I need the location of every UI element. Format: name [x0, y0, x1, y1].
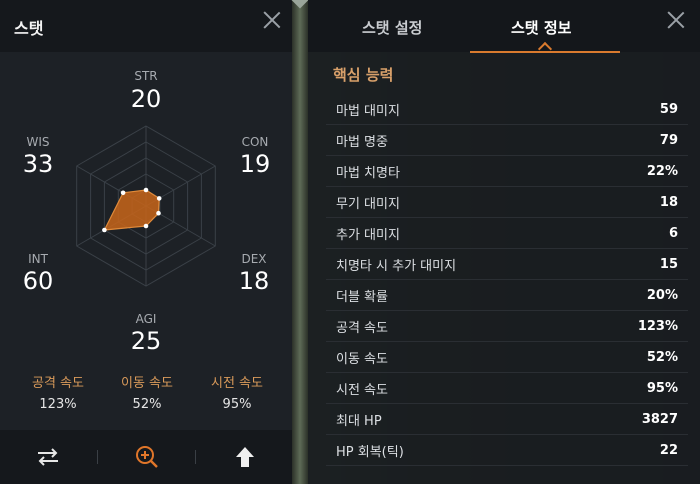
list-item: 추가 대미지 6	[326, 218, 688, 249]
stat-panel-header: 스탯	[0, 0, 292, 52]
list-item: 시전 속도 95%	[326, 373, 688, 404]
radar-stat-polygon	[103, 189, 160, 231]
stat-radar-chart: STR 20 CON 19 DEX 18 AGI 25 INT 60 WIS 3…	[0, 52, 292, 362]
list-item-label: 이동 속도	[336, 351, 388, 367]
stat-value-con: 19	[239, 150, 271, 178]
list-item: 치명타 시 추가 대미지 15	[326, 249, 688, 280]
stat-panel: 스탯 STR 20 CON 19 DEX 18 AGI 25 INT 60 WI…	[0, 0, 292, 484]
list-item-label: 치명타 시 추가 대미지	[336, 258, 457, 274]
stat-info-panel: 스탯 설정 스탯 정보 핵심 능력 마법 대미지 59 마법 명중 79 마법 치명타 2…	[308, 0, 700, 484]
close-icon[interactable]	[666, 10, 686, 30]
list-item-label: 공격 속도	[336, 320, 388, 336]
radar-point-str	[143, 187, 149, 193]
stat-value-agi: 25	[130, 327, 162, 355]
list-item: 더블 확률 20%	[326, 280, 688, 311]
tab-stat-settings[interactable]: 스탯 설정	[362, 17, 422, 38]
swap-icon[interactable]	[34, 444, 62, 470]
list-item-value: 22	[659, 442, 678, 458]
list-item: 무기 대미지 18	[326, 187, 688, 218]
list-item-value: 79	[659, 132, 678, 148]
speed-cast-label: 시전 속도	[211, 376, 263, 391]
list-item-value: 59	[659, 101, 678, 117]
list-item-label: 최대 HP	[336, 413, 382, 429]
toolbar-divider	[97, 450, 98, 464]
speed-attack: 공격 속도 123%	[13, 372, 103, 412]
speed-move: 이동 속도 52%	[102, 372, 192, 412]
list-item-label: 마법 대미지	[336, 103, 400, 119]
radar-point-dex	[156, 210, 161, 216]
list-item-value: 15	[659, 256, 678, 272]
list-item-value: 20%	[646, 287, 678, 303]
radar-point-con	[156, 196, 162, 201]
stat-label-str: STR	[134, 69, 158, 83]
list-item: 마법 명중 79	[326, 125, 688, 156]
tab-bar: 스탯 설정 스탯 정보	[308, 0, 700, 57]
list-item-label: 마법 치명타	[336, 165, 400, 181]
list-item-label: HP 회복(틱)	[336, 444, 404, 460]
list-item-value: 18	[659, 194, 678, 210]
list-item-value: 95%	[646, 380, 678, 396]
radar-point-wis	[120, 190, 126, 196]
radar-point-int	[102, 227, 107, 233]
section-title: 핵심 능력	[333, 66, 394, 84]
list-item: 최대 HP 3827	[326, 404, 688, 435]
tab-active-caret	[537, 41, 553, 57]
stat-value-str: 20	[130, 85, 162, 113]
arrow-up-icon[interactable]	[231, 444, 259, 470]
stat-panel-toolbar	[0, 430, 292, 484]
tab-stat-info[interactable]: 스탯 정보	[511, 17, 571, 38]
list-item-value: 6	[668, 225, 678, 241]
radar-point-agi	[143, 223, 149, 229]
stat-label-int: INT	[28, 252, 48, 266]
list-item-value: 22%	[646, 163, 678, 179]
panel-divider	[291, 0, 309, 484]
stat-label-wis: WIS	[26, 135, 50, 149]
speed-summary: 공격 속도 123% 이동 속도 52% 시전 속도 95%	[0, 372, 292, 426]
tab-active-underline	[470, 51, 620, 53]
speed-attack-label: 공격 속도	[32, 376, 84, 391]
list-item-value: 3827	[641, 411, 678, 427]
list-item-value: 123%	[637, 318, 678, 334]
speed-move-label: 이동 속도	[121, 376, 173, 391]
stat-label-agi: AGI	[135, 312, 157, 326]
list-item-value: 52%	[646, 349, 678, 365]
list-item: 마법 대미지 59	[326, 94, 688, 125]
close-icon[interactable]	[262, 10, 282, 30]
stat-label-dex: DEX	[241, 252, 267, 266]
list-item-label: 추가 대미지	[336, 227, 400, 243]
stat-label-con: CON	[241, 135, 269, 149]
stat-value-wis: 33	[22, 150, 54, 178]
list-item-label: 무기 대미지	[336, 196, 400, 212]
speed-move-value: 52%	[132, 397, 162, 412]
divider-ornament	[291, 0, 309, 9]
list-item-label: 시전 속도	[336, 382, 388, 398]
stat-value-int: 60	[22, 267, 54, 295]
list-item-label: 더블 확률	[336, 289, 388, 305]
speed-attack-value: 123%	[39, 397, 77, 412]
list-item: 이동 속도 52%	[326, 342, 688, 373]
stat-panel-title: 스탯	[14, 19, 44, 38]
list-item: 마법 치명타 22%	[326, 156, 688, 187]
stat-info-list: 마법 대미지 59 마법 명중 79 마법 치명타 22% 무기 대미지 18 추가 대미지 6 치…	[326, 94, 688, 466]
list-item-label: 마법 명중	[336, 134, 388, 150]
speed-cast-value: 95%	[222, 397, 252, 412]
list-item: HP 회복(틱) 22	[326, 435, 688, 466]
stat-value-dex: 18	[238, 267, 270, 295]
toolbar-divider	[195, 450, 196, 464]
list-item: 공격 속도 123%	[326, 311, 688, 342]
zoom-in-icon[interactable]	[133, 444, 161, 470]
speed-cast: 시전 속도 95%	[192, 372, 282, 412]
